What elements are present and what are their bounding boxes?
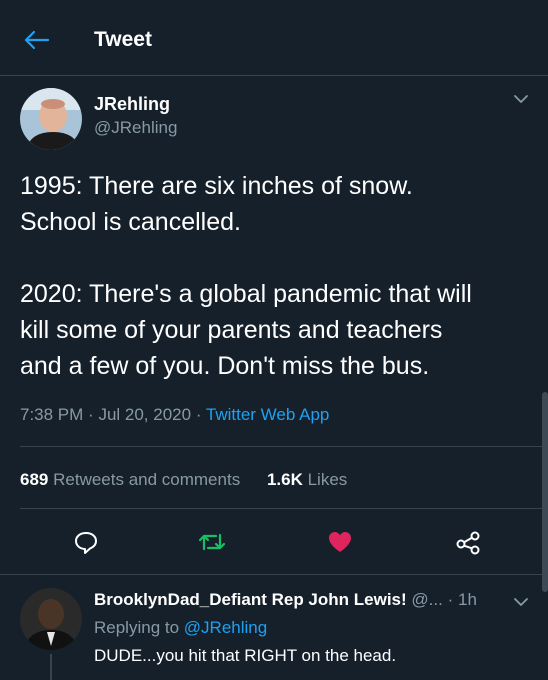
- comment-icon[interactable]: [72, 528, 100, 556]
- heart-icon[interactable]: [326, 528, 354, 556]
- retweets-stat[interactable]: 689 Retweets and comments: [20, 470, 245, 489]
- scrollbar[interactable]: [542, 392, 548, 592]
- reply-author-name[interactable]: BrooklynDad_Defiant Rep John Lewis!: [94, 590, 407, 609]
- divider: [20, 508, 548, 509]
- author-avatar[interactable]: [20, 88, 82, 150]
- thread-line: [50, 654, 52, 680]
- top-bar: Tweet: [0, 0, 548, 76]
- tweet-page: Tweet JRehling @JRehling 1995: There are…: [0, 0, 548, 680]
- retweets-label: Retweets and comments: [53, 470, 241, 489]
- replying-to-handle[interactable]: @JRehling: [184, 618, 267, 637]
- author-name[interactable]: JRehling: [94, 94, 170, 115]
- tweet-text-line: and a few of you. Don't miss the bus.: [20, 352, 430, 380]
- share-icon[interactable]: [454, 528, 482, 556]
- reply-text: DUDE...you hit that RIGHT on the head.: [94, 646, 397, 665]
- divider: [0, 574, 548, 575]
- retweets-count: 689: [20, 470, 49, 489]
- likes-count: 1.6K: [266, 470, 303, 489]
- tweet-meta: 7:38 PM · Jul 20, 2020 · Twitter Web App: [20, 405, 330, 424]
- reply-header: BrooklynDad_Defiant Rep John Lewis! @...…: [94, 590, 534, 610]
- chevron-down-icon[interactable]: [512, 595, 530, 609]
- reply-separator: ·: [447, 590, 454, 609]
- reply-author-handle[interactable]: @...: [411, 590, 442, 609]
- divider: [20, 446, 548, 447]
- reply-time[interactable]: 1h: [458, 590, 477, 609]
- chevron-down-icon[interactable]: [512, 92, 530, 106]
- action-bar: [0, 522, 548, 562]
- tweet-text-line: kill some of your parents and teachers: [20, 316, 443, 344]
- arrow-left-icon[interactable]: [22, 28, 52, 52]
- reply-avatar[interactable]: [20, 588, 82, 650]
- likes-label: Likes: [307, 470, 348, 489]
- tweet-date[interactable]: Jul 20, 2020: [98, 405, 191, 424]
- retweet-icon[interactable]: [198, 528, 226, 556]
- replying-to: Replying to @JRehling: [94, 618, 267, 638]
- author-handle[interactable]: @JRehling: [94, 118, 177, 138]
- tweet-text: 1995: There are six inches of snow. Scho…: [20, 168, 530, 384]
- page-title: Tweet: [94, 28, 152, 51]
- tweet-source[interactable]: Twitter Web App: [206, 405, 329, 424]
- likes-stat[interactable]: 1.6K Likes: [267, 470, 347, 489]
- tweet-stats: 689 Retweets and comments 1.6K Likes: [20, 470, 347, 490]
- replying-to-label: Replying to: [94, 618, 180, 637]
- tweet-text-line: 1995: There are six inches of snow.: [20, 172, 413, 200]
- tweet-time[interactable]: 7:38 PM: [20, 405, 83, 424]
- tweet-text-line: 2020: There's a global pandemic that wil…: [20, 280, 472, 308]
- tweet-text-line: School is cancelled.: [20, 208, 241, 236]
